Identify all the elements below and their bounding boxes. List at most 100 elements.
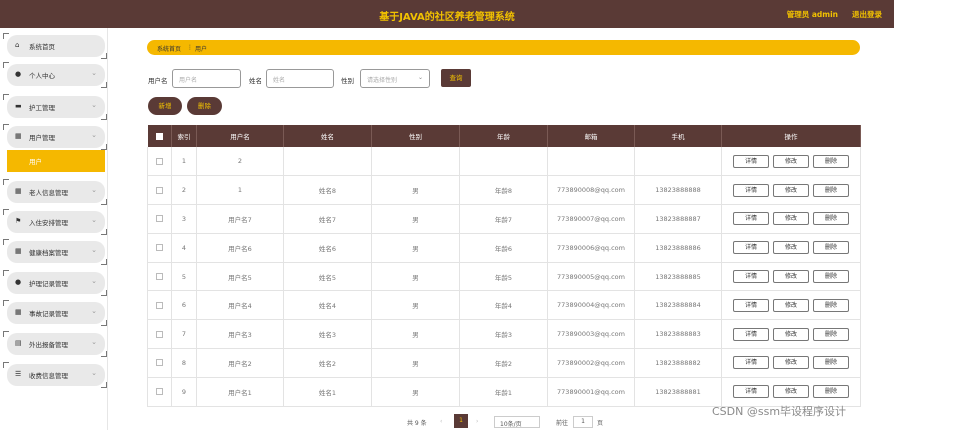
gender-label: 性别 [341, 77, 354, 85]
row-checkbox[interactable] [156, 301, 163, 309]
prev-page-button[interactable]: ‹ [440, 418, 442, 425]
detail-button[interactable]: 详情 [733, 356, 769, 370]
sidebar-item[interactable]: ☰ 收费信息管理 ⌄ [3, 362, 107, 388]
sidebar-item[interactable]: ⌂ 系统首页 [3, 33, 107, 59]
page-size-select[interactable]: 10条/页 [494, 416, 540, 428]
table-row: 3 用户名7 姓名7 男年龄7 773890007@qq.com 13823888887 详… [147, 204, 861, 234]
goto-page-input[interactable]: 1 [573, 416, 593, 428]
person-icon: ● [15, 278, 22, 286]
detail-button[interactable]: 详情 [733, 327, 769, 341]
row-actions: 详情 修改 删除 [721, 348, 861, 378]
delete-button[interactable]: 删除 [813, 154, 849, 168]
cell-email: 773890007@qq.com [547, 204, 635, 234]
cell-username: 用户名2 [196, 348, 284, 378]
cell-index: 6 [171, 290, 197, 321]
row-checkbox[interactable] [156, 273, 163, 281]
detail-button[interactable]: 详情 [733, 183, 769, 197]
edit-button[interactable]: 修改 [773, 241, 809, 255]
batch-delete-button[interactable]: 删除 [187, 97, 222, 115]
row-checkbox[interactable] [156, 388, 163, 396]
sidebar-item[interactable]: ● 护理记录管理 ⌄ [3, 270, 107, 296]
logout-link[interactable]: 退出登录 [852, 9, 882, 20]
delete-button[interactable]: 删除 [813, 327, 849, 341]
delete-button[interactable]: 删除 [813, 298, 849, 312]
cell-phone: 13823888884 [634, 290, 722, 321]
detail-button[interactable]: 详情 [733, 212, 769, 226]
detail-button[interactable]: 详情 [733, 298, 769, 312]
edit-button[interactable]: 修改 [773, 154, 809, 168]
edit-button[interactable]: 修改 [773, 212, 809, 226]
column-header: 邮箱 [547, 125, 635, 147]
delete-button[interactable]: 删除 [813, 356, 849, 370]
cell-index: 9 [171, 377, 197, 407]
sidebar-item[interactable]: ● 个人中心 ⌄ [3, 62, 107, 88]
row-actions: 详情 修改 删除 [721, 377, 861, 407]
search-button[interactable]: 查询 [441, 69, 471, 87]
edit-button[interactable]: 修改 [773, 298, 809, 312]
gender-select[interactable]: 请选择性别 ⌄ [360, 69, 430, 88]
row-checkbox[interactable] [156, 330, 163, 338]
page-number-current[interactable]: 1 [454, 414, 468, 428]
delete-button[interactable]: 删除 [813, 385, 849, 399]
sidebar-item[interactable]: ▦ 用户管理 ⌄ [3, 124, 107, 150]
row-checkbox[interactable] [156, 215, 163, 223]
edit-button[interactable]: 修改 [773, 183, 809, 197]
row-checkbox[interactable] [156, 359, 163, 367]
sidebar-item-label: 外出报备管理 [29, 341, 68, 349]
cell-age: 年龄3 [459, 319, 548, 350]
detail-button[interactable]: 详情 [733, 385, 769, 399]
cell-email: 773890005@qq.com [547, 262, 635, 292]
cell-index: 3 [171, 204, 197, 234]
sidebar-item[interactable]: ▤ 外出报备管理 ⌄ [3, 331, 107, 357]
delete-button[interactable]: 删除 [813, 241, 849, 255]
sidebar-item[interactable]: ▬ 护工管理 ⌄ [3, 94, 107, 120]
edit-button[interactable]: 修改 [773, 327, 809, 341]
edit-button[interactable]: 修改 [773, 385, 809, 399]
sidebar-item[interactable]: ▦ 健康档案管理 ⌄ [3, 239, 107, 265]
row-checkbox[interactable] [156, 186, 163, 194]
sidebar-item[interactable]: ▦ 事故记录管理 ⌄ [3, 300, 107, 326]
row-select-cell [147, 175, 172, 206]
sidebar-item[interactable]: ⚑ 入住安排管理 ⌄ [3, 209, 107, 235]
next-page-button[interactable]: › [476, 418, 478, 425]
username-input[interactable]: 用户名 [172, 69, 241, 88]
chevron-down-icon: ⌄ [91, 307, 97, 315]
sidebar-subitem-user[interactable]: 用户 [7, 150, 105, 172]
add-button[interactable]: 新增 [148, 97, 182, 115]
edit-button[interactable]: 修改 [773, 356, 809, 370]
cell-name: 姓名5 [283, 262, 372, 292]
delete-button[interactable]: 删除 [813, 183, 849, 197]
cell-email: 773890001@qq.com [547, 377, 635, 407]
detail-button[interactable]: 详情 [733, 241, 769, 255]
cell-phone: 13823888888 [634, 175, 722, 206]
row-checkbox[interactable] [156, 244, 163, 252]
detail-button[interactable]: 详情 [733, 154, 769, 168]
page-unit-label: 页 [597, 420, 604, 427]
cell-username: 用户名6 [196, 233, 284, 263]
delete-button[interactable]: 删除 [813, 212, 849, 226]
cell-index: 5 [171, 262, 197, 292]
select-all-checkbox[interactable] [155, 132, 163, 140]
sidebar-item-label: 入住安排管理 [29, 219, 68, 227]
cell-name: 姓名8 [283, 175, 372, 206]
app-title: 基于JAVA的社区养老管理系统 [379, 12, 515, 23]
edit-button[interactable]: 修改 [773, 270, 809, 284]
name-input[interactable]: 姓名 [266, 69, 334, 88]
cell-name: 姓名4 [283, 290, 372, 321]
cell-gender [371, 147, 460, 177]
row-checkbox[interactable] [156, 157, 163, 165]
sidebar: ⌂ 系统首页 ● 个人中心 ⌄ ▬ 护工管理 ⌄ ▦ 用户管理 ⌄ ▦ 老人信息管理 ⌄ ⚑ 入住安排管理 ⌄ ▦… [0, 28, 108, 430]
delete-button[interactable]: 删除 [813, 270, 849, 284]
breadcrumb-home[interactable]: 系统首页 [157, 44, 181, 53]
table-row: 2 1 姓名8 男年龄8 773890008@qq.com 13823888888 详情 修改… [147, 175, 861, 206]
sidebar-item-label: 系统首页 [29, 43, 55, 51]
cell-phone: 13823888883 [634, 319, 722, 350]
cell-username: 用户名7 [196, 204, 284, 234]
cell-gender: 男 [371, 290, 460, 321]
detail-button[interactable]: 详情 [733, 270, 769, 284]
cell-gender: 男 [371, 377, 460, 407]
sidebar-item[interactable]: ▦ 老人信息管理 ⌄ [3, 179, 107, 205]
chevron-down-icon: ⌄ [91, 101, 97, 109]
cell-age: 年龄4 [459, 290, 548, 321]
breadcrumb-current: 用户 [195, 46, 208, 53]
